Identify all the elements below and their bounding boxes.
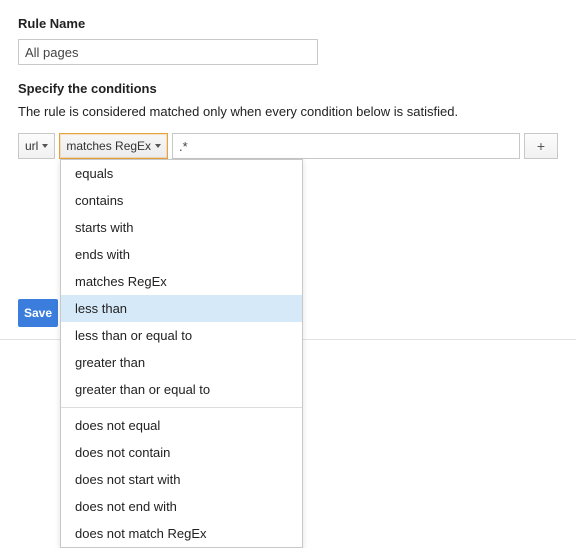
conditions-description: The rule is considered matched only when… (18, 104, 566, 119)
field-dropdown-value: url (25, 139, 38, 153)
operator-option[interactable]: does not equal (61, 412, 302, 439)
save-button-label: Save (24, 306, 52, 320)
condition-row: url matches RegEx + (18, 133, 558, 159)
pattern-input[interactable] (172, 133, 520, 159)
operator-dropdown[interactable]: matches RegEx (59, 133, 168, 159)
operator-option[interactable]: less than (61, 295, 302, 322)
operator-option[interactable]: less than or equal to (61, 322, 302, 349)
field-dropdown[interactable]: url (18, 133, 55, 159)
chevron-down-icon (42, 144, 48, 148)
menu-separator (61, 407, 302, 408)
operator-option[interactable]: ends with (61, 241, 302, 268)
operator-option[interactable]: greater than (61, 349, 302, 376)
operator-option[interactable]: does not match RegEx (61, 520, 302, 547)
operator-option[interactable]: greater than or equal to (61, 376, 302, 403)
operator-option[interactable]: matches RegEx (61, 268, 302, 295)
operator-option[interactable]: does not end with (61, 493, 302, 520)
rule-name-label: Rule Name (18, 16, 566, 31)
operator-dropdown-menu: equals contains starts with ends with ma… (60, 159, 303, 548)
chevron-down-icon (155, 144, 161, 148)
operator-dropdown-value: matches RegEx (66, 139, 151, 153)
operator-option[interactable]: does not contain (61, 439, 302, 466)
save-button[interactable]: Save (18, 299, 58, 327)
operator-option[interactable]: does not start with (61, 466, 302, 493)
rule-name-input[interactable] (18, 39, 318, 65)
operator-option[interactable]: contains (61, 187, 302, 214)
operator-option[interactable]: equals (61, 160, 302, 187)
add-condition-button[interactable]: + (524, 133, 558, 159)
plus-icon: + (537, 138, 545, 154)
operator-option[interactable]: starts with (61, 214, 302, 241)
conditions-heading: Specify the conditions (18, 81, 566, 96)
